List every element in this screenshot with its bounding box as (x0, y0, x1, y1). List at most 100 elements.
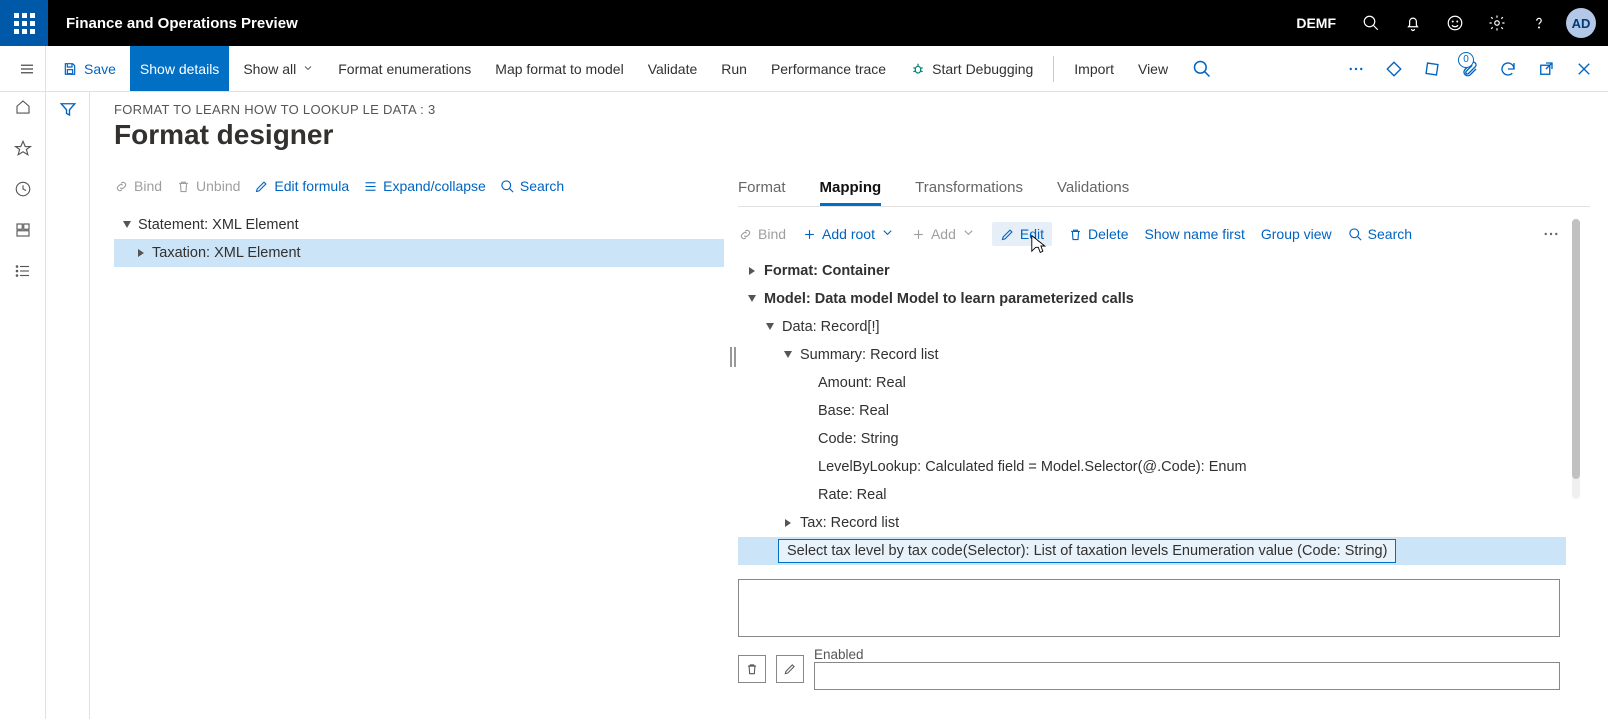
run-button[interactable]: Run (711, 46, 757, 91)
recent-button[interactable] (14, 180, 32, 201)
expand-toggle[interactable] (120, 218, 134, 232)
show-all-button[interactable]: Show all (233, 46, 324, 91)
tree-node-data[interactable]: Data: Record[!] (738, 313, 1566, 341)
enabled-edit-button[interactable] (776, 655, 804, 683)
left-search-button[interactable]: Search (500, 178, 564, 194)
page-search-button[interactable] (1182, 46, 1222, 91)
left-unbind-button[interactable]: Unbind (176, 178, 240, 194)
close-button[interactable] (1566, 46, 1602, 92)
right-search-button[interactable]: Search (1348, 226, 1412, 242)
chevron-down-icon (302, 61, 314, 77)
format-tree[interactable]: Statement: XML Element Taxation: XML Ele… (114, 211, 724, 267)
breadcrumb: FORMAT TO LEARN HOW TO LOOKUP LE DATA : … (114, 102, 1590, 117)
tree-node-taxation[interactable]: Taxation: XML Element (114, 239, 724, 267)
tree-node-amount[interactable]: Amount: Real (738, 369, 1566, 397)
expand-collapse-label: Expand/collapse (383, 178, 486, 194)
edit-button[interactable]: Edit (992, 222, 1052, 246)
filter-pane-toggle[interactable] (46, 92, 90, 719)
tree-node-model[interactable]: Model: Data model Model to learn paramet… (738, 285, 1566, 313)
format-enumerations-label: Format enumerations (338, 61, 471, 77)
home-button[interactable] (14, 98, 32, 119)
refresh-button[interactable] (1490, 46, 1526, 92)
settings-button[interactable] (1476, 0, 1518, 46)
app-launcher-button[interactable] (0, 0, 48, 46)
tree-node-format-container[interactable]: Format: Container (738, 257, 1566, 285)
format-enumerations-button[interactable]: Format enumerations (328, 46, 481, 91)
tab-format[interactable]: Format (738, 179, 786, 206)
tree-node-summary[interactable]: Summary: Record list (738, 341, 1566, 369)
more-horizontal-icon (1542, 225, 1560, 243)
import-button[interactable]: Import (1064, 46, 1124, 91)
notifications-button[interactable] (1392, 0, 1434, 46)
close-icon (1575, 60, 1593, 78)
mapping-tree[interactable]: Format: Container Model: Data model Mode… (738, 257, 1590, 567)
expand-toggle[interactable] (744, 263, 760, 279)
more-commands-button[interactable] (1338, 46, 1374, 92)
attachments-button[interactable]: 0 (1452, 46, 1488, 92)
tree-node-label: Statement: XML Element (138, 217, 299, 233)
expand-collapse-button[interactable]: Expand/collapse (363, 178, 486, 194)
help-button[interactable] (1518, 0, 1560, 46)
tree-node-label: Tax: Record list (800, 515, 899, 531)
expand-toggle[interactable] (780, 347, 796, 363)
box-button[interactable] (1414, 46, 1450, 92)
app-title: Finance and Operations Preview (48, 15, 298, 32)
help-icon (1530, 14, 1548, 32)
view-button[interactable]: View (1128, 46, 1178, 91)
command-bar: Save Show details Show all Format enumer… (0, 46, 1608, 92)
tree-node-selected-selector[interactable]: Select tax level by tax code(Selector): … (738, 537, 1566, 565)
show-details-button[interactable]: Show details (130, 46, 229, 91)
delete-button[interactable]: Delete (1068, 226, 1128, 242)
expand-toggle[interactable] (744, 291, 760, 307)
smiley-button[interactable] (1434, 0, 1476, 46)
validate-button[interactable]: Validate (638, 46, 708, 91)
right-bind-button[interactable]: Bind (738, 226, 786, 242)
delete-label: Delete (1088, 226, 1128, 242)
start-debugging-button[interactable]: Start Debugging (900, 46, 1043, 91)
show-name-first-button[interactable]: Show name first (1144, 226, 1244, 242)
edit-formula-button[interactable]: Edit formula (254, 178, 349, 194)
tree-node-label: Data: Record[!] (782, 319, 880, 335)
add-button[interactable]: Add (911, 225, 976, 243)
modules-button[interactable] (14, 262, 32, 283)
vertical-scrollbar[interactable] (1572, 219, 1580, 499)
company-code[interactable]: DEMF (1296, 15, 1336, 31)
tree-node-label: LevelByLookup: Calculated field = Model.… (818, 459, 1247, 475)
performance-trace-button[interactable]: Performance trace (761, 46, 896, 91)
open-new-button[interactable] (1528, 46, 1564, 92)
tree-node-levelbylookup[interactable]: LevelByLookup: Calculated field = Model.… (738, 453, 1566, 481)
tab-mapping[interactable]: Mapping (820, 179, 882, 206)
tree-node-base[interactable]: Base: Real (738, 397, 1566, 425)
run-label: Run (721, 61, 747, 77)
show-name-first-label: Show name first (1144, 226, 1244, 242)
favorites-button[interactable] (14, 139, 32, 160)
workspaces-button[interactable] (14, 221, 32, 242)
tree-node-statement[interactable]: Statement: XML Element (114, 211, 724, 239)
add-root-button[interactable]: Add root (802, 225, 895, 243)
funnel-icon (59, 100, 77, 118)
group-view-button[interactable]: Group view (1261, 226, 1332, 242)
map-format-to-model-button[interactable]: Map format to model (485, 46, 633, 91)
left-bind-button[interactable]: Bind (114, 178, 162, 194)
expand-toggle[interactable] (780, 515, 796, 531)
formula-box[interactable] (738, 579, 1560, 637)
scroll-thumb[interactable] (1572, 219, 1580, 479)
tab-validations[interactable]: Validations (1057, 179, 1129, 206)
save-button[interactable]: Save (52, 46, 126, 91)
tree-node-code[interactable]: Code: String (738, 425, 1566, 453)
add-label: Add (931, 226, 956, 242)
enabled-delete-button[interactable] (738, 655, 766, 683)
diamond-button[interactable] (1376, 46, 1412, 92)
splitter-handle[interactable] (730, 347, 736, 367)
tab-transformations[interactable]: Transformations (915, 179, 1023, 206)
expand-toggle[interactable] (762, 319, 778, 335)
chevron-down-icon (880, 225, 895, 243)
expand-toggle[interactable] (134, 246, 148, 260)
search-button[interactable] (1350, 0, 1392, 46)
right-more-button[interactable] (1542, 225, 1560, 243)
user-avatar[interactable]: AD (1566, 8, 1596, 38)
tree-node-tax[interactable]: Tax: Record list (738, 509, 1566, 537)
chevron-down-icon (961, 225, 976, 243)
tree-node-rate[interactable]: Rate: Real (738, 481, 1566, 509)
enabled-input[interactable] (814, 662, 1560, 690)
